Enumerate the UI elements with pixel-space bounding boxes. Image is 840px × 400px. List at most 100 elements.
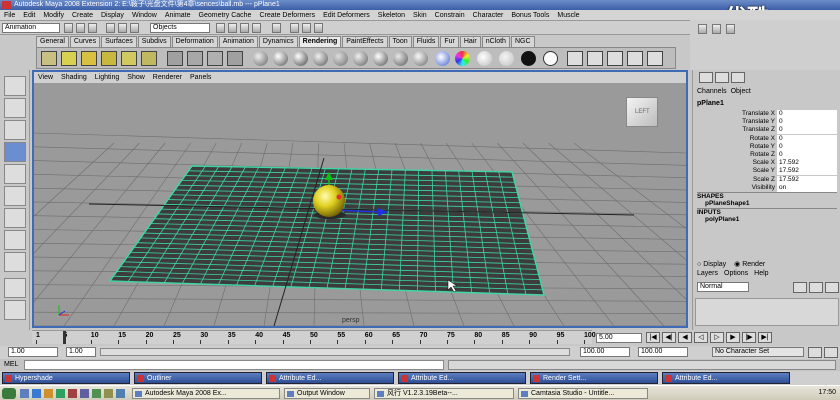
floating-window[interactable]: Outliner — [134, 372, 262, 384]
quick-launch-app2-icon[interactable] — [68, 389, 77, 398]
point-light-icon[interactable] — [81, 51, 97, 66]
viewport-menu-show[interactable]: Show — [127, 72, 145, 83]
menu-create-deformers[interactable]: Create Deformers — [259, 10, 315, 20]
layer-menu-options[interactable]: Options — [724, 270, 748, 277]
taskbar-item[interactable]: Camtasia Studio - Untitle... — [518, 388, 648, 399]
texture-editor-icon[interactable] — [647, 51, 663, 66]
toggle-channel-box-icon[interactable] — [726, 24, 735, 34]
channel-row[interactable]: Rotate Z0 — [693, 151, 840, 159]
tab-fur[interactable]: Fur — [440, 36, 459, 47]
menu-edit[interactable]: Edit — [23, 10, 35, 20]
file-texture-icon[interactable] — [477, 51, 492, 66]
snap-view-plane-icon[interactable] — [252, 23, 261, 33]
new-scene-icon[interactable] — [64, 23, 73, 33]
viewport-menu-renderer[interactable]: Renderer — [153, 72, 182, 83]
noise-texture-icon[interactable] — [499, 51, 514, 66]
quick-launch-app6-icon[interactable] — [116, 389, 125, 398]
checker-texture-icon[interactable] — [435, 51, 450, 66]
anisotropic-material-icon[interactable] — [333, 51, 348, 66]
tab-painteffects[interactable]: PaintEffects — [342, 36, 388, 47]
floating-window[interactable]: Render Sett... — [530, 372, 658, 384]
surface-shader-icon[interactable] — [373, 51, 388, 66]
menu-muscle[interactable]: Muscle — [557, 10, 579, 20]
channel-value[interactable]: on — [777, 183, 837, 192]
channel-value[interactable]: 0 — [777, 151, 837, 159]
area-light-icon[interactable] — [121, 51, 137, 66]
end-time-field[interactable]: 100.00 — [638, 347, 688, 357]
menu-geometry-cache[interactable]: Geometry Cache — [199, 10, 252, 20]
step-forward-frame-icon[interactable]: ▶ — [726, 332, 740, 343]
channel-box-icon[interactable] — [699, 72, 713, 83]
floating-window[interactable]: Attribute Ed... — [266, 372, 394, 384]
taskbar-item[interactable]: Output Window — [284, 388, 370, 399]
input-node-name[interactable]: polyPlane1 — [705, 216, 739, 223]
menu-display[interactable]: Display — [101, 10, 124, 20]
phong-e-material-icon[interactable] — [313, 51, 328, 66]
layer-editor-icon[interactable] — [715, 72, 729, 83]
quick-launch-ie-icon[interactable] — [32, 389, 41, 398]
toggle-attribute-editor-icon[interactable] — [698, 24, 707, 34]
current-frame-field[interactable]: 5.00 — [596, 333, 642, 343]
step-back-key-icon[interactable]: ◀| — [662, 332, 676, 343]
hypershade-icon[interactable] — [607, 51, 623, 66]
current-time-marker[interactable] — [63, 331, 67, 344]
layer-options-icon[interactable] — [825, 282, 839, 293]
yellow-ball[interactable] — [313, 185, 345, 217]
history-icon[interactable] — [272, 23, 281, 33]
phong-material-icon[interactable] — [293, 51, 308, 66]
tab-general[interactable]: General — [36, 36, 69, 47]
tab-subdivs[interactable]: Subdivs — [137, 36, 171, 47]
channel-layer-icon[interactable] — [731, 72, 745, 83]
floating-window[interactable]: Hypershade — [2, 372, 130, 384]
playback-end-field[interactable]: 100.00 — [580, 347, 630, 357]
new-layer-icon[interactable] — [793, 282, 807, 293]
menu-file[interactable]: File — [4, 10, 15, 20]
quick-launch-app-icon[interactable] — [56, 389, 65, 398]
channel-row[interactable]: Scale Y 17.592 — [693, 167, 840, 176]
floating-window[interactable]: Attribute Ed... — [662, 372, 790, 384]
channel-value[interactable]: 17.592 — [777, 167, 837, 176]
tab-ngc[interactable]: NGC — [510, 36, 535, 47]
mel-label[interactable]: MEL — [4, 361, 18, 368]
viewport-menu-view[interactable]: View — [38, 72, 53, 83]
stereo-camera-icon[interactable] — [227, 51, 243, 66]
use-background-icon[interactable] — [393, 51, 408, 66]
tab-hair[interactable]: Hair — [459, 36, 481, 47]
menu-constrain[interactable]: Constrain — [435, 10, 465, 20]
viewport-menu-panels[interactable]: Panels — [190, 72, 211, 83]
render-view-icon[interactable] — [567, 51, 583, 66]
taskbar-item[interactable]: 风行 V1.2.3.19Beta--... — [374, 388, 514, 399]
new-layer-selected-icon[interactable] — [809, 282, 823, 293]
auto-key-icon[interactable] — [808, 347, 822, 358]
viewport-menu-lighting[interactable]: Lighting — [95, 72, 120, 83]
playback-start-field[interactable]: 1.00 — [66, 347, 96, 357]
snap-grid-icon[interactable] — [216, 23, 225, 33]
camera-icon[interactable] — [167, 51, 183, 66]
tab-channels[interactable]: Channels — [697, 88, 727, 95]
universal-manipulator-icon[interactable] — [4, 208, 26, 228]
ambient-light-icon[interactable] — [41, 51, 57, 66]
quick-launch-icon[interactable] — [20, 389, 29, 398]
menu-edit-deformers[interactable]: Edit Deformers — [323, 10, 370, 20]
menu-character[interactable]: Character — [473, 10, 504, 20]
select-component-icon[interactable] — [130, 23, 139, 33]
render-region-icon[interactable] — [587, 51, 603, 66]
tab-curves[interactable]: Curves — [69, 36, 101, 47]
floating-window[interactable]: Attribute Ed... — [398, 372, 526, 384]
animation-preferences-icon[interactable] — [824, 347, 838, 358]
ramp-texture-icon[interactable] — [455, 51, 470, 66]
volume-light-icon[interactable] — [141, 51, 157, 66]
channel-value[interactable]: 0 — [777, 126, 837, 135]
lambert-material-icon[interactable] — [253, 51, 268, 66]
select-hierarchy-icon[interactable] — [106, 23, 115, 33]
layer-menu-help[interactable]: Help — [754, 270, 768, 277]
channel-row[interactable]: Visibility on — [693, 183, 840, 192]
display-radio[interactable]: ○ Display — [697, 261, 726, 268]
menu-set-dropdown[interactable]: Animation — [2, 23, 60, 33]
channel-row[interactable]: Rotate Y0 — [693, 142, 840, 151]
play-forwards-icon[interactable]: ▷ — [710, 332, 724, 343]
taskbar-item[interactable]: Autodesk Maya 2008 Ex... — [132, 388, 280, 399]
black-material-icon[interactable] — [521, 51, 536, 66]
lasso-tool-icon[interactable] — [4, 98, 26, 118]
ramp-shader-icon[interactable] — [413, 51, 428, 66]
